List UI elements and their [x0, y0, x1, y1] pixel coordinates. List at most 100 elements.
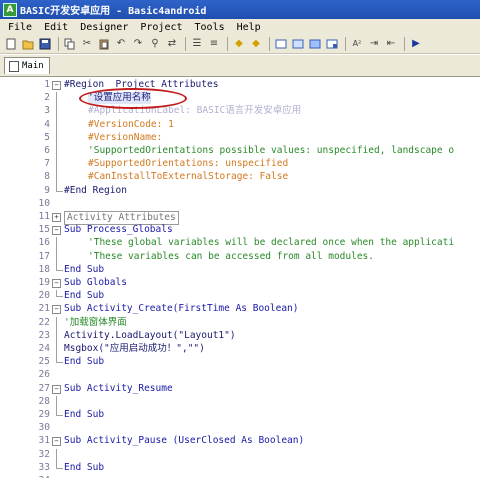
- menu-edit[interactable]: Edit: [38, 22, 74, 33]
- fold-guide: [56, 105, 57, 119]
- run-icon[interactable]: ▶: [409, 37, 423, 51]
- toolbar-separator: [269, 37, 270, 51]
- code-line[interactable]: 3 #ApplicationLabel: BASIC语言开发安卓应用: [0, 105, 480, 119]
- code-line[interactable]: 6 'SupportedOrientations possible values:…: [0, 145, 480, 159]
- toolbar-separator: [185, 37, 186, 51]
- bookmark-prev-icon[interactable]: ◆: [232, 37, 246, 51]
- fold-guide: [56, 343, 57, 357]
- fold-collapse-icon[interactable]: −: [52, 81, 61, 90]
- annotation-oval: [79, 88, 187, 109]
- code-editor[interactable]: 1− #Region Project Attributes 2 '设置应用名称 3 #Ap…: [0, 77, 480, 478]
- undo-icon[interactable]: ↶: [114, 37, 128, 51]
- menu-help[interactable]: Help: [231, 22, 267, 33]
- line-number: 8: [44, 171, 50, 183]
- line-number: 29: [38, 409, 50, 420]
- fold-expand-icon[interactable]: +: [52, 213, 61, 222]
- copy-icon[interactable]: [63, 37, 77, 51]
- toolbar-separator: [227, 37, 228, 51]
- code-line[interactable]: 15− Sub Process_Globals: [0, 224, 480, 236]
- fold-guide: [56, 118, 57, 132]
- code-line[interactable]: 17 'These variables can be accessed from …: [0, 250, 480, 264]
- code-text: #VersionCode: 1: [88, 118, 174, 130]
- code-line[interactable]: 19− Sub Globals: [0, 277, 480, 289]
- code-line[interactable]: 27− Sub Activity_Resume: [0, 383, 480, 395]
- menu-tools[interactable]: Tools: [189, 22, 231, 33]
- toolbar-separator: [345, 37, 346, 51]
- code-line[interactable]: 24 Msgbox("应用启动成功！",""): [0, 343, 480, 357]
- menu-project[interactable]: Project: [134, 22, 188, 33]
- document-icon: [9, 60, 19, 72]
- panel2-icon[interactable]: [291, 37, 305, 51]
- panel3-icon[interactable]: [308, 37, 322, 51]
- code-line[interactable]: 26: [0, 369, 480, 381]
- line-number: 17: [38, 250, 50, 262]
- block-comment-icon[interactable]: ☰: [190, 37, 204, 51]
- fold-guide: [56, 237, 57, 251]
- code-line[interactable]: 7 #SupportedOrientations: unspecified: [0, 158, 480, 172]
- cut-icon[interactable]: ✂: [80, 37, 94, 51]
- line-number: 10: [38, 197, 50, 209]
- code-line[interactable]: 21− Sub Activity_Create(FirstTime As Bool…: [0, 303, 480, 315]
- menu-file[interactable]: File: [0, 22, 38, 33]
- code-text: 'These global variables will be declared…: [88, 237, 455, 249]
- line-number: 16: [38, 237, 50, 249]
- code-line[interactable]: 30: [0, 422, 480, 434]
- menu-designer[interactable]: Designer: [74, 22, 134, 33]
- indent-icon[interactable]: ⇥: [367, 37, 381, 51]
- line-number: 5: [44, 131, 50, 143]
- panel1-icon[interactable]: [274, 37, 288, 51]
- new-icon[interactable]: [4, 37, 18, 51]
- save-icon[interactable]: [38, 37, 52, 51]
- code-line[interactable]: 32: [0, 448, 480, 462]
- font-size-icon[interactable]: A²: [350, 37, 364, 51]
- menu-bar: File Edit Designer Project Tools Help: [0, 19, 480, 35]
- code-line[interactable]: 1− #Region Project Attributes: [0, 79, 480, 91]
- code-line[interactable]: 20 End Sub: [0, 290, 480, 302]
- code-line[interactable]: 9 #End Region: [0, 184, 480, 197]
- fold-guide: [56, 250, 57, 264]
- code-line[interactable]: 33 End Sub: [0, 461, 480, 474]
- code-line[interactable]: 10: [0, 198, 480, 210]
- fold-collapse-icon[interactable]: −: [52, 226, 61, 236]
- line-number: 26: [38, 369, 50, 381]
- open-icon[interactable]: [21, 37, 35, 51]
- paste-icon[interactable]: [97, 37, 111, 51]
- fold-collapse-icon[interactable]: −: [52, 384, 61, 394]
- line-number: 28: [38, 395, 50, 407]
- tab-main-label: Main: [22, 61, 44, 71]
- code-line[interactable]: 2 '设置应用名称: [0, 92, 480, 106]
- tab-bar: Main: [0, 55, 480, 77]
- code-line[interactable]: 22 '加载窗体界面: [0, 316, 480, 330]
- panel4-icon[interactable]: [325, 37, 339, 51]
- line-number: 18: [38, 263, 50, 275]
- code-line[interactable]: 31− Sub Activity_Pause (UserClosed As Boo…: [0, 435, 480, 447]
- find-icon[interactable]: ⚲: [148, 37, 162, 51]
- fold-guide: [56, 395, 57, 409]
- code-line[interactable]: 16 'These global variables will be declar…: [0, 237, 480, 251]
- code-line[interactable]: 25 End Sub: [0, 356, 480, 368]
- code-line[interactable]: 23 Activity.LoadLayout("Layout1"): [0, 329, 480, 343]
- code-line[interactable]: 11 + Activity Attributes: [0, 211, 480, 225]
- code-text: End Sub: [64, 290, 105, 302]
- tab-main[interactable]: Main: [4, 57, 50, 74]
- fold-collapse-icon[interactable]: −: [52, 279, 61, 288]
- line-number: 3: [44, 105, 50, 117]
- bookmark-next-icon[interactable]: ◆: [249, 37, 263, 51]
- app-icon: A: [3, 2, 17, 17]
- code-line[interactable]: 5 #VersionName:: [0, 131, 480, 145]
- line-number: 32: [38, 448, 50, 460]
- replace-icon[interactable]: ⇄: [165, 37, 179, 51]
- code-line[interactable]: 28: [0, 395, 480, 409]
- toolbar-separator: [404, 37, 405, 51]
- code-text: Activity.LoadLayout("Layout1"): [64, 329, 236, 341]
- fold-collapse-icon[interactable]: −: [52, 305, 61, 315]
- code-line[interactable]: 29 End Sub: [0, 409, 480, 421]
- code-line[interactable]: 4 #VersionCode: 1: [0, 118, 480, 132]
- block-uncomment-icon[interactable]: ≡: [207, 37, 221, 51]
- code-line[interactable]: 18 End Sub: [0, 263, 480, 276]
- line-number: 20: [38, 290, 50, 302]
- outdent-icon[interactable]: ⇤: [384, 37, 398, 51]
- redo-icon[interactable]: ↷: [131, 37, 145, 51]
- fold-collapse-icon[interactable]: −: [52, 437, 61, 447]
- code-line[interactable]: 8 #CanInstallToExternalStorage: False: [0, 171, 480, 185]
